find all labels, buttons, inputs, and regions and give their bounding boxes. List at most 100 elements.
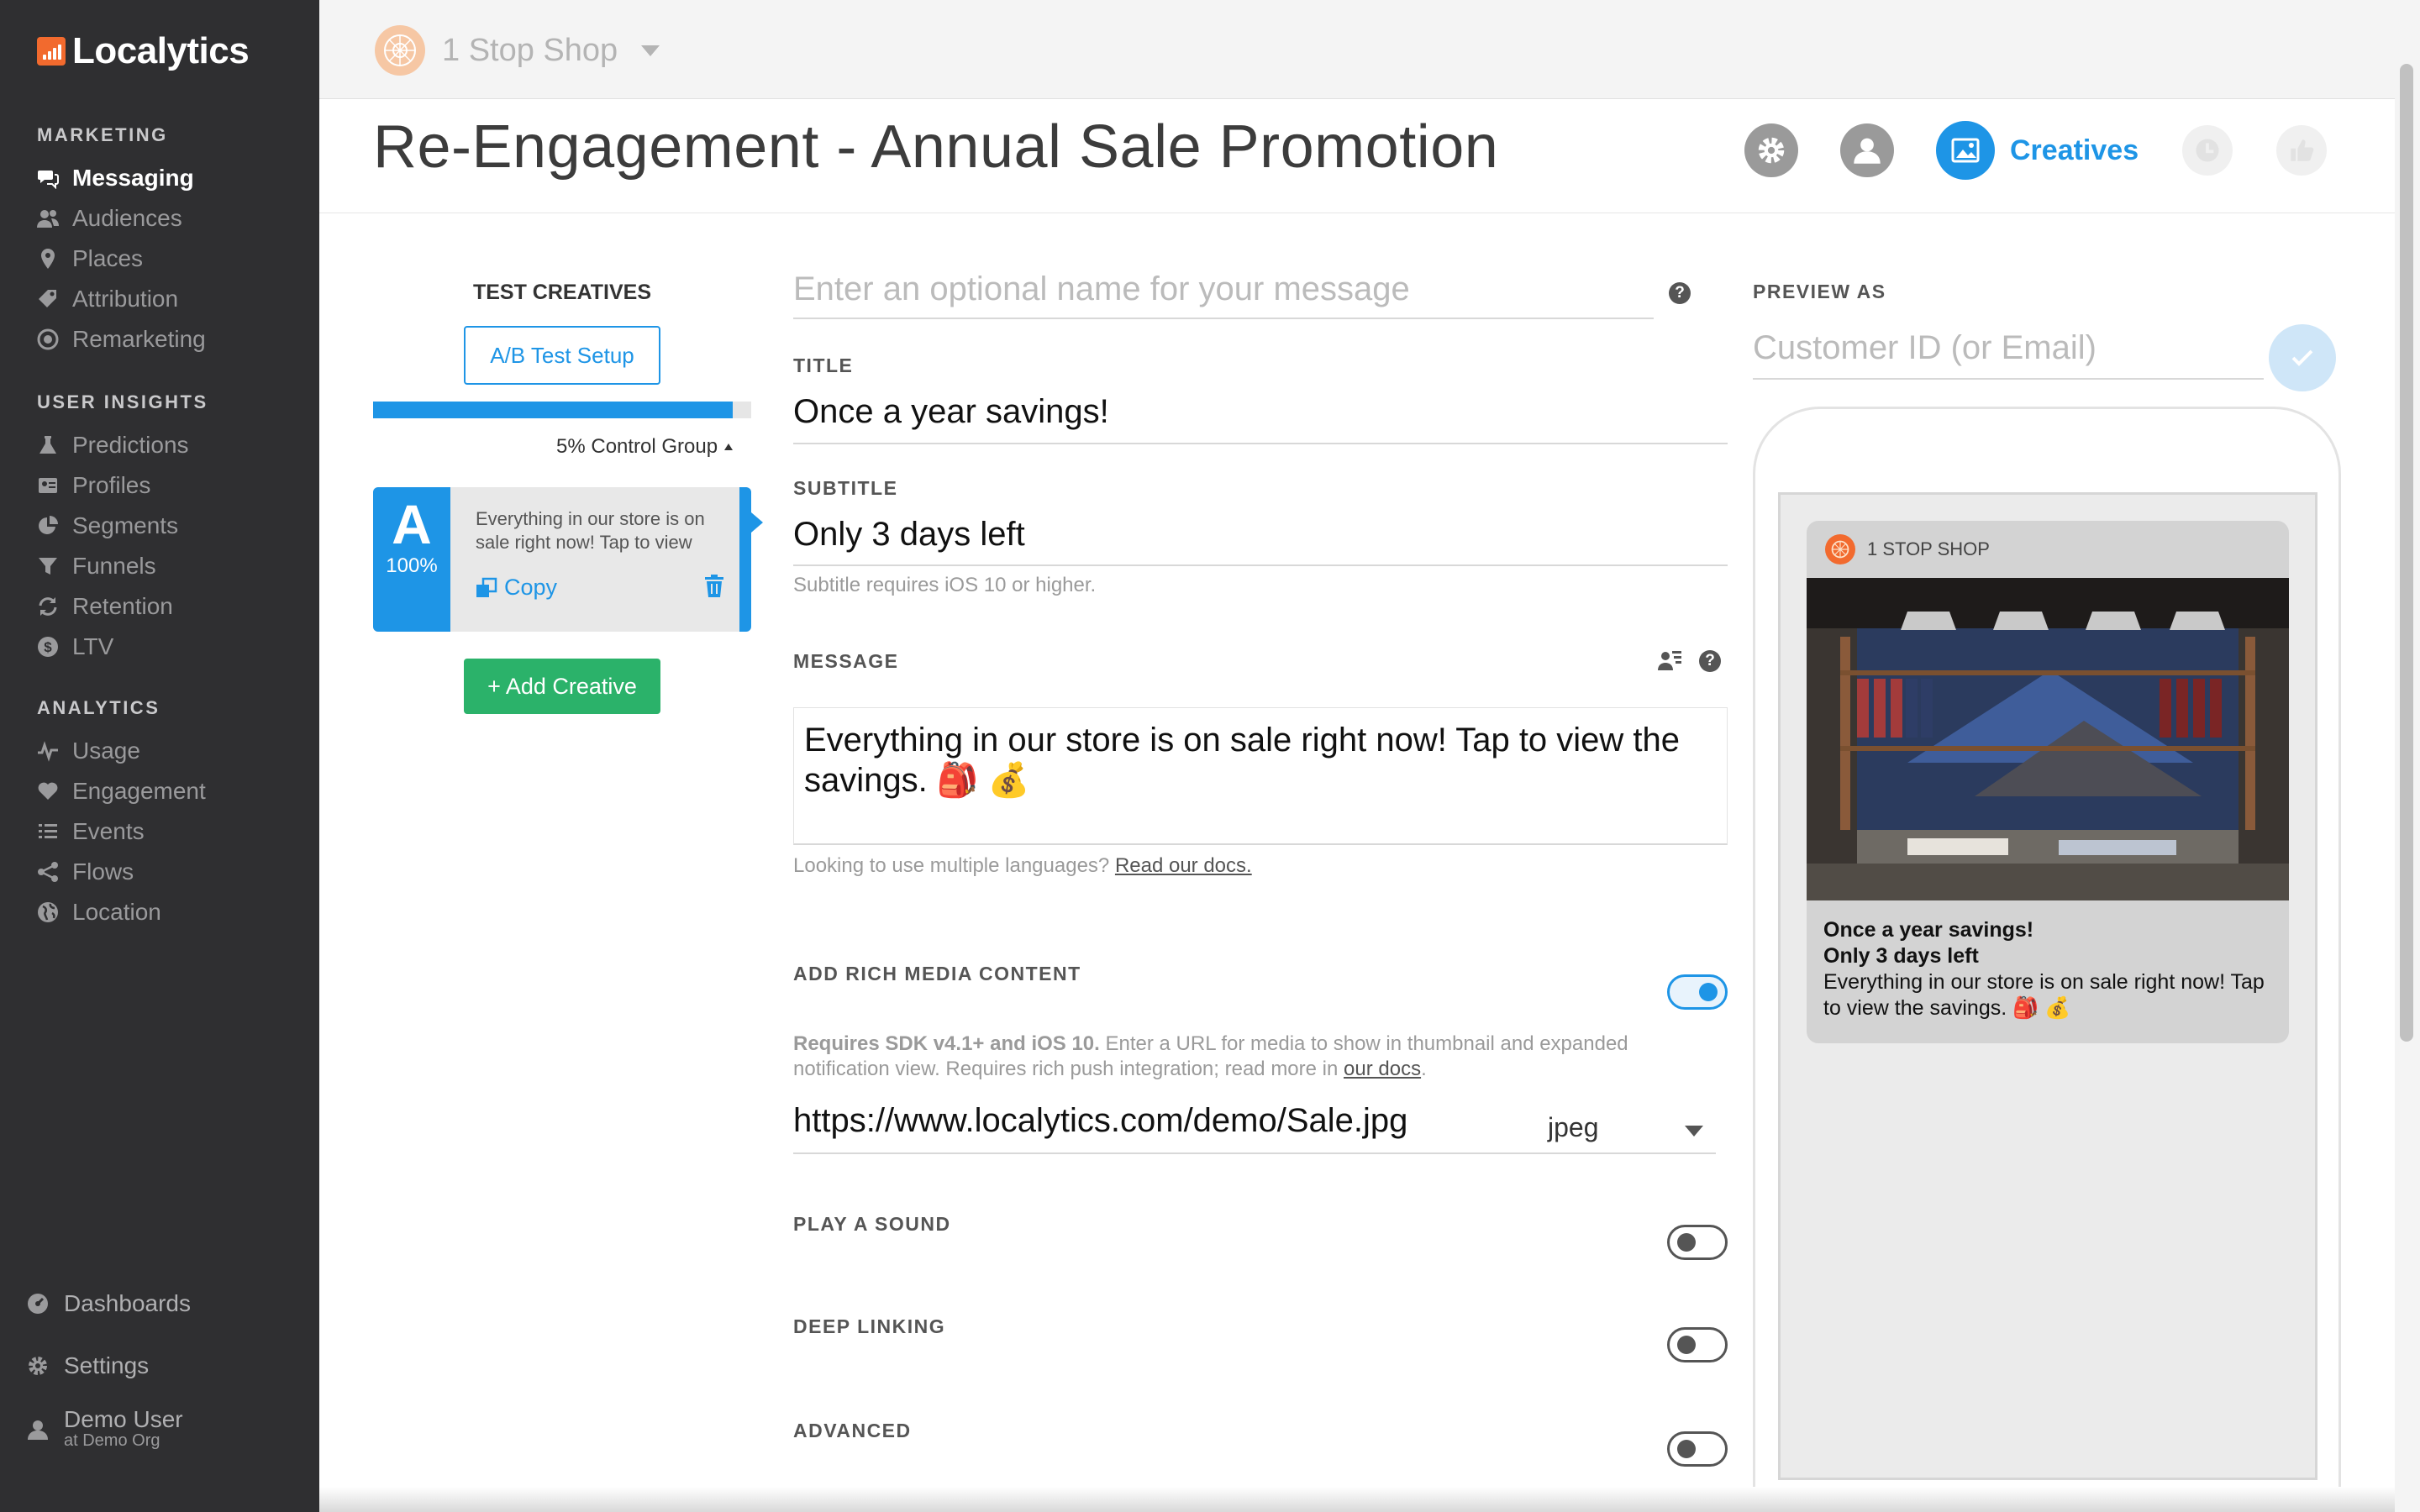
sidebar-item-usage[interactable]: Usage bbox=[37, 731, 206, 771]
add-creative-button[interactable]: + Add Creative bbox=[464, 659, 660, 714]
title-underline bbox=[793, 443, 1728, 444]
sidebar-item-label: Engagement bbox=[72, 778, 206, 804]
svg-text:$: $ bbox=[44, 639, 52, 655]
app-avatar-icon bbox=[1825, 534, 1855, 564]
user-insights-section: USER INSIGHTS Predictions Profiles Segme… bbox=[37, 391, 208, 667]
split-bar-fill bbox=[373, 402, 733, 418]
subtitle-label: SUBTITLE bbox=[793, 477, 898, 499]
creatives-step-label[interactable]: Creatives bbox=[2010, 134, 2139, 167]
id-card-icon bbox=[37, 475, 59, 496]
trash-icon[interactable] bbox=[704, 575, 724, 598]
app-switcher[interactable]: 1 Stop Shop bbox=[375, 25, 660, 76]
user-insights-heading: USER INSIGHTS bbox=[37, 391, 208, 412]
ab-test-setup-button[interactable]: A/B Test Setup bbox=[464, 326, 660, 385]
message-help-icon[interactable]: ? bbox=[1699, 650, 1721, 672]
sidebar-item-label: Retention bbox=[72, 593, 173, 619]
sidebar: Localytics MARKETING Messaging Audiences… bbox=[0, 0, 319, 1512]
notification-title: Once a year savings! bbox=[1823, 918, 2034, 942]
sidebar-item-funnels[interactable]: Funnels bbox=[37, 546, 208, 586]
sidebar-item-settings[interactable]: Settings bbox=[27, 1349, 191, 1383]
sidebar-item-label: Location bbox=[72, 899, 161, 925]
control-split-bar[interactable] bbox=[373, 402, 751, 418]
settings-step-icon[interactable] bbox=[1744, 123, 1798, 177]
subtitle-input[interactable]: Only 3 days left bbox=[793, 516, 1025, 554]
user-org: at Demo Org bbox=[64, 1431, 160, 1450]
our-docs-link[interactable]: our docs bbox=[1344, 1058, 1421, 1080]
message-textarea[interactable]: Everything in our store is on sale right… bbox=[793, 707, 1728, 845]
scrollbar-thumb[interactable] bbox=[2400, 64, 2413, 1042]
message-name-input[interactable]: Enter an optional name for your message bbox=[793, 270, 1410, 308]
bottom-fade bbox=[319, 1487, 2395, 1512]
sidebar-item-retention[interactable]: Retention bbox=[37, 586, 208, 627]
creatives-step-icon[interactable] bbox=[1936, 121, 1995, 180]
schedule-step-icon[interactable] bbox=[2182, 125, 2233, 176]
localytics-logo[interactable]: Localytics bbox=[37, 30, 250, 72]
sidebar-item-dashboards[interactable]: Dashboards bbox=[27, 1287, 191, 1320]
media-type-underline bbox=[1544, 1152, 1716, 1154]
thumbs-up-icon[interactable] bbox=[2276, 125, 2328, 176]
advanced-toggle[interactable] bbox=[1667, 1431, 1728, 1467]
sidebar-item-label: Places bbox=[72, 245, 144, 271]
help-icon[interactable]: ? bbox=[1669, 282, 1691, 304]
sidebar-item-events[interactable]: Events bbox=[37, 811, 206, 852]
toggle-knob bbox=[1677, 1336, 1696, 1354]
sidebar-item-location[interactable]: Location bbox=[37, 892, 206, 932]
rich-media-toggle[interactable] bbox=[1667, 974, 1728, 1010]
control-group-toggle[interactable]: 5% Control Group bbox=[556, 435, 734, 459]
sidebar-item-flows[interactable]: Flows bbox=[37, 852, 206, 892]
customer-id-underline bbox=[1753, 378, 2264, 380]
dashboards-label: Dashboards bbox=[64, 1290, 191, 1316]
deep-linking-label: DEEP LINKING bbox=[793, 1315, 946, 1337]
sidebar-item-label: Funnels bbox=[72, 553, 156, 579]
analytics-section: ANALYTICS Usage Engagement Events Flows … bbox=[37, 697, 206, 932]
target-icon bbox=[37, 328, 59, 350]
sidebar-item-label: Attribution bbox=[72, 286, 179, 312]
map-pin-icon bbox=[37, 248, 59, 270]
sidebar-item-audiences[interactable]: Audiences bbox=[37, 198, 206, 239]
sidebar-item-label: Predictions bbox=[72, 432, 189, 458]
sidebar-item-ltv[interactable]: $ LTV bbox=[37, 627, 208, 667]
creative-card-a[interactable]: A 100% Everything in our store is on sal… bbox=[373, 487, 763, 632]
play-sound-label: PLAY A SOUND bbox=[793, 1213, 951, 1235]
sidebar-item-messaging[interactable]: Messaging bbox=[37, 158, 206, 198]
chat-bubbles-icon bbox=[37, 167, 59, 189]
test-creatives-title: TEST CREATIVES bbox=[472, 281, 652, 304]
sidebar-item-places[interactable]: Places bbox=[37, 239, 206, 279]
user-menu[interactable]: Demo User at Demo Org bbox=[27, 1408, 191, 1451]
sidebar-item-label: Segments bbox=[72, 512, 179, 538]
read-docs-link[interactable]: Read our docs. bbox=[1115, 854, 1252, 877]
title-input[interactable]: Once a year savings! bbox=[793, 393, 1109, 431]
rich-media-image bbox=[1807, 578, 2289, 900]
globe-icon bbox=[37, 901, 59, 923]
customer-id-input[interactable]: Customer ID (or Email) bbox=[1753, 329, 2096, 367]
rich-media-hint: Requires SDK v4.1+ and iOS 10. Enter a U… bbox=[793, 1032, 1684, 1082]
deep-linking-toggle[interactable] bbox=[1667, 1327, 1728, 1362]
chevron-down-icon[interactable] bbox=[1685, 1126, 1703, 1137]
flask-icon bbox=[37, 434, 59, 456]
sidebar-item-segments[interactable]: Segments bbox=[37, 506, 208, 546]
sidebar-item-engagement[interactable]: Engagement bbox=[37, 771, 206, 811]
sidebar-item-profiles[interactable]: Profiles bbox=[37, 465, 208, 506]
push-notification-preview: 1 STOP SHOP Once a year savings! Only 3 … bbox=[1807, 521, 2289, 1043]
user-name: Demo User bbox=[64, 1406, 183, 1432]
play-sound-toggle[interactable] bbox=[1667, 1225, 1728, 1260]
toggle-knob bbox=[1677, 1440, 1696, 1458]
sidebar-bottom: Dashboards Settings Demo User at Demo Or… bbox=[27, 1287, 191, 1451]
dashboard-icon bbox=[27, 1293, 49, 1315]
sidebar-item-predictions[interactable]: Predictions bbox=[37, 425, 208, 465]
creative-snippet: Everything in our store is on sale right… bbox=[476, 508, 705, 553]
marketing-heading: MARKETING bbox=[37, 124, 168, 145]
copy-creative-button[interactable]: Copy bbox=[476, 575, 557, 601]
audience-step-icon[interactable] bbox=[1840, 123, 1894, 177]
sidebar-item-remarketing[interactable]: Remarketing bbox=[37, 319, 206, 360]
media-url-input[interactable]: https://www.localytics.com/demo/Sale.jpg bbox=[793, 1102, 1407, 1140]
dollar-icon: $ bbox=[37, 636, 59, 658]
tag-icon bbox=[37, 288, 59, 310]
sidebar-item-label: Messaging bbox=[72, 165, 194, 191]
marketing-section: MARKETING Messaging Audiences Places Att… bbox=[37, 124, 206, 360]
preview-submit-button[interactable] bbox=[2269, 324, 2336, 391]
media-type-select[interactable]: jpeg bbox=[1548, 1112, 1599, 1143]
personalize-icon[interactable] bbox=[1657, 648, 1682, 672]
toggle-knob bbox=[1699, 983, 1718, 1001]
sidebar-item-attribution[interactable]: Attribution bbox=[37, 279, 206, 319]
